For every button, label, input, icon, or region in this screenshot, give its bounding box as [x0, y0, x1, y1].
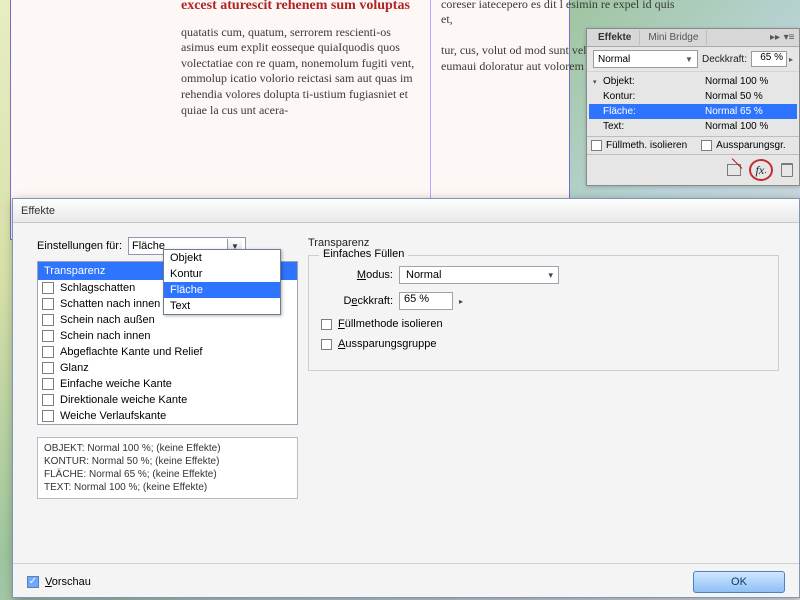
panel-item-objekt[interactable]: ▾ Objekt: Normal 100 % — [589, 74, 797, 89]
effect-einfache-kante[interactable]: Einfache weiche Kante — [38, 376, 297, 392]
effect-schein-innen[interactable]: Schein nach innen — [38, 328, 297, 344]
effect-checkbox[interactable] — [42, 330, 54, 342]
panel-menu-icon[interactable]: ▾≡ — [782, 32, 796, 43]
effect-checkbox[interactable] — [42, 394, 54, 406]
isolate-label: Füllmeth. isolieren — [606, 140, 687, 151]
effect-checkbox[interactable] — [42, 378, 54, 390]
option-kontur[interactable]: Kontur — [164, 266, 280, 282]
panel-item-value: Normal 100 % — [705, 76, 793, 87]
effect-checkbox[interactable] — [42, 410, 54, 422]
settings-for-dropdown[interactable]: Objekt Kontur Fläche Text — [163, 249, 281, 315]
panel-opacity-input[interactable]: 65 % — [751, 51, 787, 67]
knockout-checkbox[interactable] — [321, 339, 332, 350]
dialog-right-pane: Transparenz Einfaches Füllen Modus: Norm… — [306, 223, 799, 563]
mode-select[interactable]: Normal — [399, 266, 559, 284]
settings-for-label: Einstellungen für: — [37, 240, 122, 252]
panel-item-label: Fläche: — [603, 106, 705, 117]
opacity-flyout-icon[interactable]: ▸ — [459, 297, 463, 306]
isolate-checkbox[interactable] — [321, 319, 332, 330]
summary-line: OBJEKT: Normal 100 %; (keine Effekte) — [44, 442, 291, 455]
isolate-label: Füllmethode isolieren — [338, 318, 443, 330]
effect-label: Einfache weiche Kante — [60, 378, 172, 390]
effect-checkbox[interactable] — [42, 346, 54, 358]
dialog-footer: ✓ Vorschau OK — [13, 563, 799, 599]
effect-label: Schatten nach innen — [60, 298, 160, 310]
panel-item-text[interactable]: Text: Normal 100 % — [589, 119, 797, 134]
panel-item-flaeche[interactable]: Fläche: Normal 65 % — [589, 104, 797, 119]
tab-mini-bridge[interactable]: Mini Bridge — [640, 30, 707, 45]
effect-label: Schein nach außen — [60, 314, 155, 326]
effect-direktionale-kante[interactable]: Direktionale weiche Kante — [38, 392, 297, 408]
trash-icon[interactable] — [781, 163, 793, 177]
effect-label: Direktionale weiche Kante — [60, 394, 187, 406]
panel-isolate-row: Füllmeth. isolieren Aussparungsgr. — [587, 136, 799, 154]
panel-item-label: Objekt: — [603, 76, 705, 87]
panel-item-value: Normal 100 % — [705, 121, 793, 132]
combo-value: Fläche — [132, 240, 165, 252]
chevron-down-icon: ▼ — [685, 55, 693, 64]
option-objekt[interactable]: Objekt — [164, 250, 280, 266]
summary-line: TEXT: Normal 100 %; (keine Effekte) — [44, 481, 291, 494]
panel-collapse-icon[interactable]: ▸▸ — [768, 32, 782, 43]
effect-label: Glanz — [60, 362, 89, 374]
effects-dialog: Effekte Einstellungen für: Fläche ▼ Tran… — [12, 198, 800, 598]
panel-target-list: ▾ Objekt: Normal 100 % Kontur: Normal 50… — [587, 72, 799, 136]
isolate-checkbox[interactable] — [591, 140, 602, 151]
knockout-label: Aussparungsgr. — [716, 140, 786, 151]
effect-checkbox[interactable] — [42, 298, 54, 310]
summary-line: FLÄCHE: Normal 65 %; (keine Effekte) — [44, 468, 291, 481]
option-text[interactable]: Text — [164, 298, 280, 314]
panel-item-label: Text: — [603, 121, 705, 132]
mode-value: Normal — [406, 269, 441, 281]
clear-effects-icon[interactable] — [727, 164, 741, 176]
tab-effekte[interactable]: Effekte — [590, 30, 640, 45]
opacity-flyout-icon[interactable]: ▸ — [789, 55, 793, 64]
effect-abgeflacht[interactable]: Abgeflachte Kante und Relief — [38, 344, 297, 360]
effect-verlaufskante[interactable]: Weiche Verlaufskante — [38, 408, 297, 424]
effect-label: Schlagschatten — [60, 282, 135, 294]
dialog-title: Effekte — [13, 199, 799, 223]
text-column-left: Atatem quatempossi ducilig natecte cus, … — [181, 0, 431, 211]
knockout-checkbox[interactable] — [701, 140, 712, 151]
effect-checkbox[interactable] — [42, 362, 54, 374]
effects-panel: Effekte Mini Bridge ▸▸ ▾≡ Normal ▼ Deckk… — [586, 28, 800, 186]
summary-line: KONTUR: Normal 50 %; (keine Effekte) — [44, 455, 291, 468]
knockout-label: Aussparungsgruppe — [338, 338, 436, 350]
panel-footer-icons: fx. — [587, 154, 799, 185]
opacity-label: Deckkraft: — [321, 295, 393, 307]
preview-label: Vorschau — [45, 576, 91, 588]
effects-summary: OBJEKT: Normal 100 %; (keine Effekte) KO… — [37, 437, 298, 499]
headline: Atatem quatempossi ducilig natecte cus, … — [181, 0, 426, 15]
disclosure-icon: ▾ — [593, 78, 603, 86]
effect-label: Transparenz — [44, 265, 105, 277]
option-flaeche[interactable]: Fläche — [164, 282, 280, 298]
body-left: quatatis cum, quatum, serrorem rescienti… — [181, 25, 426, 119]
effect-checkbox[interactable] — [42, 314, 54, 326]
effect-label: Abgeflachte Kante und Relief — [60, 346, 203, 358]
opacity-input[interactable]: 65 % — [399, 292, 453, 310]
effect-checkbox[interactable] — [42, 282, 54, 294]
panel-item-value: Normal 50 % — [705, 91, 793, 102]
mode-label: Modus: — [321, 269, 393, 281]
panel-item-label: Kontur: — [603, 91, 705, 102]
effect-label: Schein nach innen — [60, 330, 151, 342]
effect-glanz[interactable]: Glanz — [38, 360, 297, 376]
panel-item-value: Normal 65 % — [705, 106, 793, 117]
panel-tabstrip: Effekte Mini Bridge ▸▸ ▾≡ — [587, 29, 799, 47]
blend-mode-select[interactable]: Normal ▼ — [593, 50, 698, 68]
panel-blend-row: Normal ▼ Deckkraft: 65 % ▸ — [587, 47, 799, 72]
blend-mode-value: Normal — [598, 54, 630, 65]
fx-button[interactable]: fx. — [749, 159, 773, 181]
preview-checkbox[interactable]: ✓ — [27, 576, 39, 588]
effect-label: Weiche Verlaufskante — [60, 410, 166, 422]
fieldset-legend: Einfaches Füllen — [319, 248, 408, 260]
fill-fieldset: Einfaches Füllen Modus: Normal Deckkraft… — [308, 255, 779, 371]
ok-button[interactable]: OK — [693, 571, 785, 593]
panel-opacity-label: Deckkraft: — [702, 54, 747, 65]
panel-item-kontur[interactable]: Kontur: Normal 50 % — [589, 89, 797, 104]
